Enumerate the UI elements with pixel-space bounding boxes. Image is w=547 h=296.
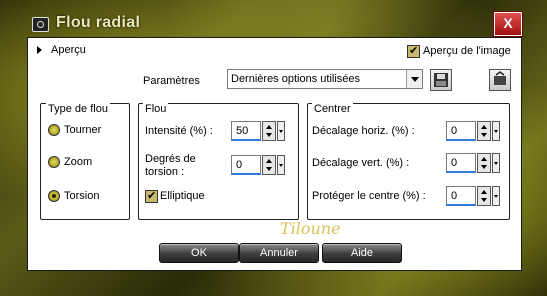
floppy-disk-icon xyxy=(434,73,448,87)
protect-center-dropdown-icon[interactable] xyxy=(492,186,500,206)
expand-arrow-icon[interactable] xyxy=(37,46,42,54)
cancel-button[interactable]: Annuler xyxy=(239,243,319,263)
radio-rotate[interactable] xyxy=(48,124,60,136)
center-group: Centrer Décalage horiz. (%) : 0 Décalage… xyxy=(307,103,510,220)
intensity-stepper[interactable] xyxy=(262,121,276,141)
torsion-degrees-dropdown-icon[interactable] xyxy=(277,155,285,175)
blur-title: Flou xyxy=(143,103,169,115)
reset-button[interactable] xyxy=(489,69,511,91)
window-title: Flou radial xyxy=(56,14,141,31)
preview-toggle-label[interactable]: Aperçu xyxy=(51,44,86,56)
app-icon xyxy=(32,17,49,32)
dropdown-arrow-icon[interactable] xyxy=(406,70,422,88)
parameters-label: Paramètres xyxy=(143,75,200,87)
close-button[interactable]: X xyxy=(494,12,522,36)
save-preset-button[interactable] xyxy=(430,69,452,91)
radio-torsion[interactable] xyxy=(48,190,60,202)
v-offset-spinner[interactable]: 0 xyxy=(446,153,500,173)
blur-group: Flou Intensité (%) : 50 Degrés de torsio… xyxy=(138,103,299,220)
blur-type-title: Type de flou xyxy=(46,103,110,115)
elliptic-label[interactable]: Elliptique xyxy=(160,190,205,202)
v-offset-input[interactable]: 0 xyxy=(446,153,476,173)
blur-type-group: Type de flou Tourner Zoom Torsion xyxy=(40,103,130,220)
watermark-signature: Tiloune xyxy=(280,219,341,238)
intensity-input[interactable]: 50 xyxy=(231,121,261,141)
protect-center-input[interactable]: 0 xyxy=(446,186,476,206)
torsion-degrees-label-2: torsion : xyxy=(145,166,185,178)
image-preview-checkbox[interactable] xyxy=(407,44,420,58)
h-offset-stepper[interactable] xyxy=(477,121,491,141)
v-offset-stepper[interactable] xyxy=(477,153,491,173)
help-button[interactable]: Aide xyxy=(322,243,402,263)
v-offset-dropdown-icon[interactable] xyxy=(492,153,500,173)
torsion-degrees-label-1: Degrés de xyxy=(145,153,196,165)
ok-button[interactable]: OK xyxy=(159,243,239,263)
v-offset-label: Décalage vert. (%) : xyxy=(312,157,410,169)
intensity-label: Intensité (%) : xyxy=(145,125,213,137)
h-offset-spinner[interactable]: 0 xyxy=(446,121,500,141)
radio-zoom-label[interactable]: Zoom xyxy=(64,156,92,168)
torsion-degrees-spinner[interactable]: 0 xyxy=(231,155,285,175)
radio-rotate-label[interactable]: Tourner xyxy=(64,124,101,136)
reset-icon xyxy=(494,71,506,85)
protect-center-stepper[interactable] xyxy=(477,186,491,206)
dialog-frame: Flou radial X Aperçu Aperçu de l'image P… xyxy=(0,0,547,296)
protect-center-spinner[interactable]: 0 xyxy=(446,186,500,206)
radio-zoom[interactable] xyxy=(48,156,60,168)
torsion-degrees-stepper[interactable] xyxy=(262,155,276,175)
image-preview-label: Aperçu de l'image xyxy=(423,45,511,57)
parameters-selected: Dernières options utilisées xyxy=(231,73,361,85)
elliptic-checkbox[interactable] xyxy=(145,189,158,203)
parameters-dropdown[interactable]: Dernières options utilisées xyxy=(227,69,423,89)
title-bar[interactable]: Flou radial X xyxy=(0,0,547,36)
protect-center-label: Protéger le centre (%) : xyxy=(312,190,426,202)
torsion-degrees-input[interactable]: 0 xyxy=(231,155,261,175)
center-title: Centrer xyxy=(312,103,353,115)
intensity-dropdown-icon[interactable] xyxy=(277,121,285,141)
h-offset-label: Décalage horiz. (%) : xyxy=(312,125,415,137)
radio-torsion-label[interactable]: Torsion xyxy=(64,190,99,202)
dialog-content: Aperçu Aperçu de l'image Paramètres Dern… xyxy=(27,37,522,271)
h-offset-dropdown-icon[interactable] xyxy=(492,121,500,141)
intensity-spinner[interactable]: 50 xyxy=(231,121,285,141)
h-offset-input[interactable]: 0 xyxy=(446,121,476,141)
